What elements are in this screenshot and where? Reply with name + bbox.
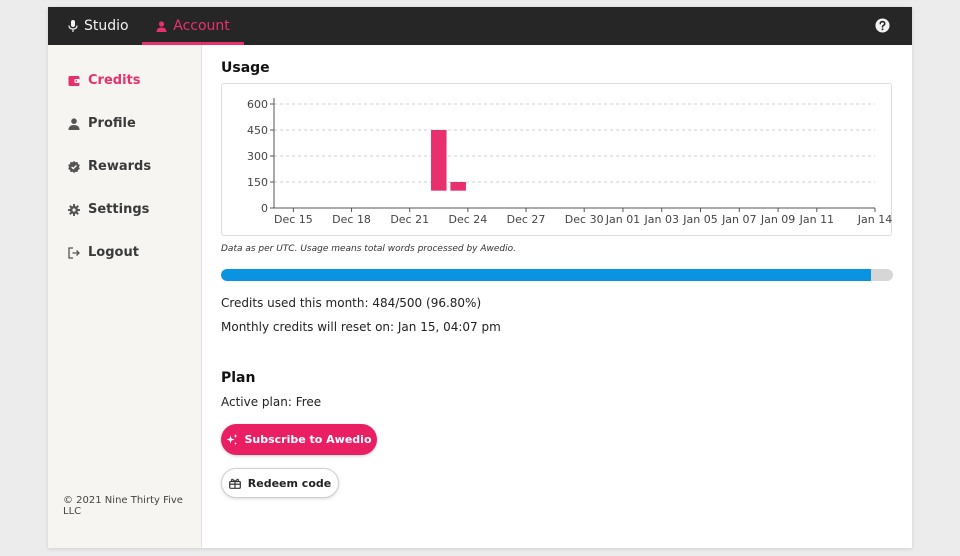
usage-title: Usage [221, 60, 270, 76]
y-tick-label: 600 [247, 98, 268, 111]
person-icon [68, 117, 80, 130]
help-icon[interactable] [875, 18, 890, 33]
gift-icon [228, 478, 241, 489]
usage-chart-svg: 0 150 300 450 600 Dec 15 Dec 18 Dec 21 Dec 24 Dec… [247, 98, 892, 226]
credits-progress-fill [221, 269, 872, 281]
badge-check-icon [68, 160, 80, 173]
active-plan-label: Active plan: [221, 395, 292, 409]
wallet-icon [68, 75, 80, 86]
x-tick-label: Jan 01 [605, 213, 640, 226]
x-tick-label: Jan 07 [721, 213, 756, 226]
sidebar-item-label: Settings [88, 202, 150, 217]
redeem-code-button[interactable]: Redeem code [221, 468, 339, 498]
plan-title: Plan [221, 370, 256, 386]
tab-studio-label: Studio [84, 18, 129, 34]
usage-chart: 0 150 300 450 600 Dec 15 Dec 18 Dec 21 Dec 24 Dec… [221, 83, 892, 236]
tab-studio[interactable]: Studio [68, 7, 129, 45]
y-tick-label: 300 [247, 150, 268, 163]
usage-note: Data as per UTC. Usage means total words… [221, 244, 516, 254]
top-navigation-bar: Studio Account [48, 7, 912, 45]
gear-icon [68, 203, 80, 216]
sidebar-item-rewards[interactable]: Rewards [68, 159, 151, 174]
sidebar: Credits Profile Rewards Settings Logout … [48, 45, 202, 548]
x-tick-label: Dec 15 [274, 213, 313, 226]
person-icon [156, 20, 167, 32]
logout-icon [68, 246, 80, 259]
y-tick-label: 150 [247, 176, 268, 189]
x-tick-label: Jan 09 [760, 213, 795, 226]
active-plan-line: Active plan: Free [221, 395, 321, 409]
x-tick-label: Jan 11 [799, 213, 834, 226]
sidebar-item-label: Credits [88, 73, 141, 88]
x-tick-label: Jan 14 [857, 213, 892, 226]
credits-progress-bar [221, 269, 893, 281]
y-tick-label: 450 [247, 124, 268, 137]
sidebar-item-label: Rewards [88, 159, 152, 174]
x-tick-label: Dec 18 [332, 213, 371, 226]
subscribe-button-label: Subscribe to Awedio [244, 433, 372, 446]
x-tick-label: Dec 21 [390, 213, 429, 226]
tab-account-label: Account [173, 18, 230, 34]
subscribe-button[interactable]: Subscribe to Awedio [221, 424, 377, 455]
credits-used-text: Credits used this month: 484/500 (96.80%… [221, 296, 482, 310]
microphone-icon [68, 20, 78, 32]
usage-bar [450, 182, 466, 191]
redeem-button-label: Redeem code [247, 476, 332, 490]
sidebar-item-label: Logout [88, 245, 139, 260]
active-plan-value: Free [295, 395, 322, 409]
copyright-text: © 2021 Nine Thirty Five LLC [63, 495, 183, 517]
x-tick-label: Jan 05 [682, 213, 717, 226]
sidebar-item-credits[interactable]: Credits [68, 73, 140, 88]
x-tick-label: Dec 30 [565, 213, 604, 226]
sparkles-icon [226, 433, 238, 445]
x-tick-label: Dec 27 [507, 213, 546, 226]
x-tick-label: Jan 03 [644, 213, 679, 226]
credits-reset-text: Monthly credits will reset on: Jan 15, 0… [221, 320, 501, 334]
y-tick-label: 0 [261, 202, 268, 215]
tab-account[interactable]: Account [142, 7, 244, 45]
sidebar-item-logout[interactable]: Logout [68, 245, 139, 260]
app-window: Studio Account Credits Profile Rewards S… [48, 7, 912, 548]
usage-bar [431, 130, 447, 191]
sidebar-item-label: Profile [88, 116, 136, 131]
x-tick-label: Dec 24 [448, 213, 487, 226]
sidebar-item-profile[interactable]: Profile [68, 116, 136, 131]
sidebar-item-settings[interactable]: Settings [68, 202, 149, 217]
